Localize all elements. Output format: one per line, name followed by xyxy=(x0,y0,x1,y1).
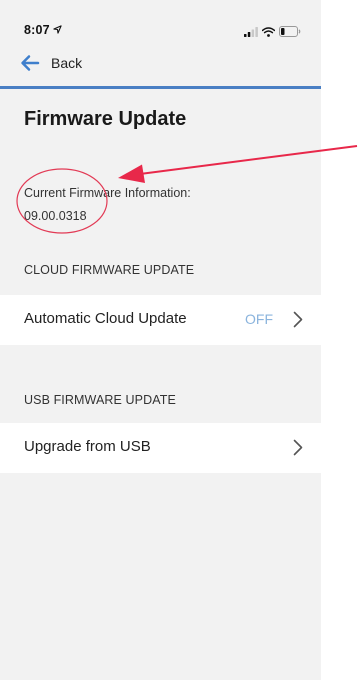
chevron-right-icon xyxy=(293,311,303,333)
wifi-icon xyxy=(261,24,276,42)
automatic-cloud-update-label: Automatic Cloud Update xyxy=(24,310,187,327)
current-firmware-info: Current Firmware Information: 09.00.0318 xyxy=(24,186,191,223)
upgrade-from-usb-label: Upgrade from USB xyxy=(24,438,151,455)
automatic-cloud-update-row[interactable]: Automatic Cloud Update OFF xyxy=(0,295,321,345)
usb-section-header: USB FIRMWARE UPDATE xyxy=(24,393,176,407)
upgrade-from-usb-row[interactable]: Upgrade from USB xyxy=(0,423,321,473)
status-time: 8:07 xyxy=(24,23,62,37)
page-title: Firmware Update xyxy=(24,108,187,130)
firmware-info-label: Current Firmware Information: xyxy=(24,186,191,200)
status-time-text: 8:07 xyxy=(24,23,50,37)
battery-icon xyxy=(279,24,301,42)
back-label: Back xyxy=(51,55,83,71)
arrow-left-icon xyxy=(20,54,40,72)
location-arrow-icon xyxy=(53,23,62,37)
chevron-right-icon xyxy=(293,439,303,461)
navigation-bar: Back xyxy=(0,50,321,89)
cellular-signal-icon xyxy=(244,24,258,42)
screenshot: 8:07 Back Firmware Update Current Firmwa… xyxy=(0,0,358,680)
status-icons xyxy=(244,24,301,42)
cloud-section-header: CLOUD FIRMWARE UPDATE xyxy=(24,263,195,277)
back-button[interactable]: Back xyxy=(20,54,82,72)
app-screen: 8:07 Back Firmware Update Current Firmwa… xyxy=(0,0,321,680)
firmware-version: 09.00.0318 xyxy=(24,209,87,223)
status-bar: 8:07 xyxy=(0,0,321,44)
automatic-cloud-update-value: OFF xyxy=(245,311,273,327)
